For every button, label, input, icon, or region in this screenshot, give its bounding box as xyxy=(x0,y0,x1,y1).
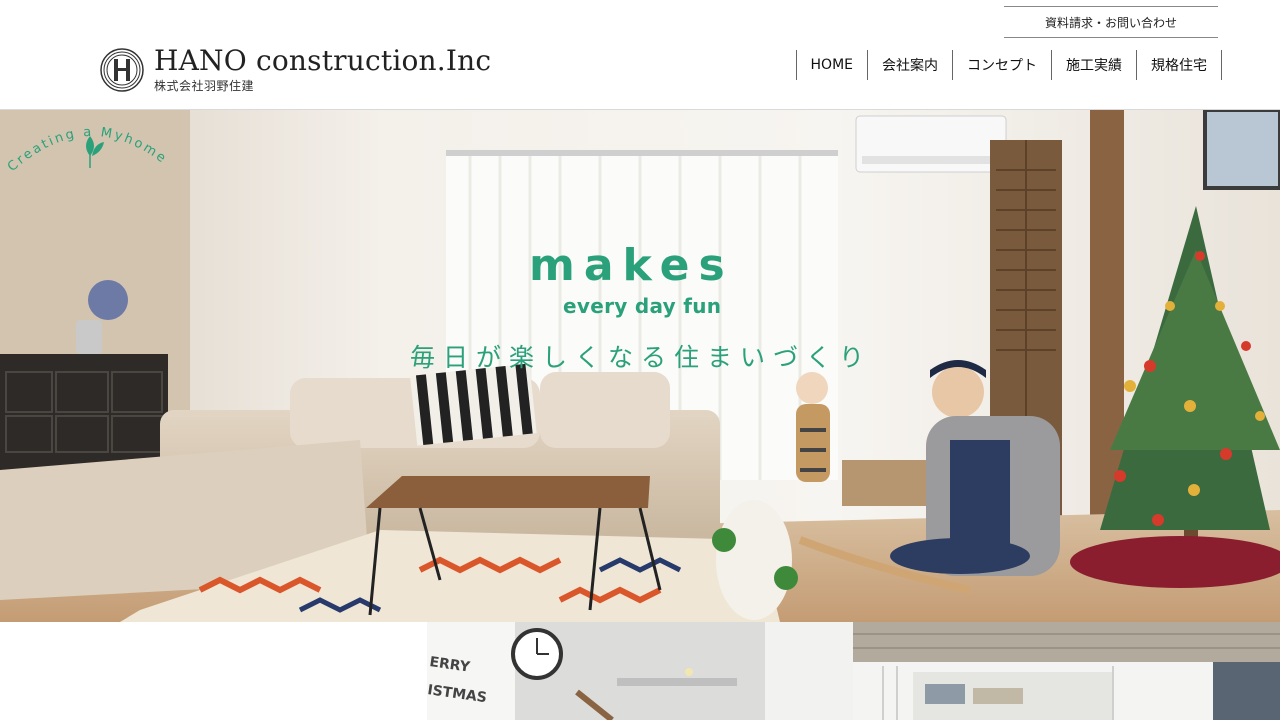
hero-image: Creating a Myhome makes every day fun 毎日… xyxy=(0,110,1280,622)
interior-clock-photo: ERRY ISTMAS xyxy=(427,622,853,720)
thumbnail-row: ERRY ISTMAS xyxy=(0,622,1280,720)
interior-closet-photo xyxy=(853,622,1280,720)
main-nav: HOME 会社案内 コンセプト 施工実績 規格住宅 xyxy=(795,50,1222,80)
thumbnail-blank xyxy=(0,622,427,720)
logo-english-name: HANO construction.Inc xyxy=(154,43,492,77)
thumbnail-interior-clock[interactable]: ERRY ISTMAS xyxy=(427,622,853,720)
request-materials-link[interactable]: 資料請求・お問い合わせ xyxy=(1004,6,1218,38)
site-header: HANO construction.Inc 株式会社羽野住建 資料請求・お問い合… xyxy=(0,0,1280,110)
nav-concept[interactable]: コンセプト xyxy=(952,50,1051,80)
hero-arc-text: Creating a Myhome xyxy=(5,125,168,175)
hero-title: makes xyxy=(529,240,734,291)
nav-home[interactable]: HOME xyxy=(795,50,867,80)
logo-mark-icon xyxy=(100,48,144,92)
site-logo[interactable]: HANO construction.Inc 株式会社羽野住建 xyxy=(100,46,491,94)
leaf-icon xyxy=(86,136,104,168)
hero-subtitle: every day fun xyxy=(563,294,722,318)
nav-company[interactable]: 会社案内 xyxy=(867,50,952,80)
hero-tagline: 毎日が楽しくなる住まいづくり xyxy=(410,343,873,372)
nav-standard-homes[interactable]: 規格住宅 xyxy=(1136,50,1222,80)
logo-japanese-name: 株式会社羽野住建 xyxy=(154,78,255,93)
thumbnail-interior-closet[interactable] xyxy=(853,622,1280,720)
nav-works[interactable]: 施工実績 xyxy=(1051,50,1136,80)
hero-copy: Creating a Myhome makes every day fun 毎日… xyxy=(0,110,1280,622)
